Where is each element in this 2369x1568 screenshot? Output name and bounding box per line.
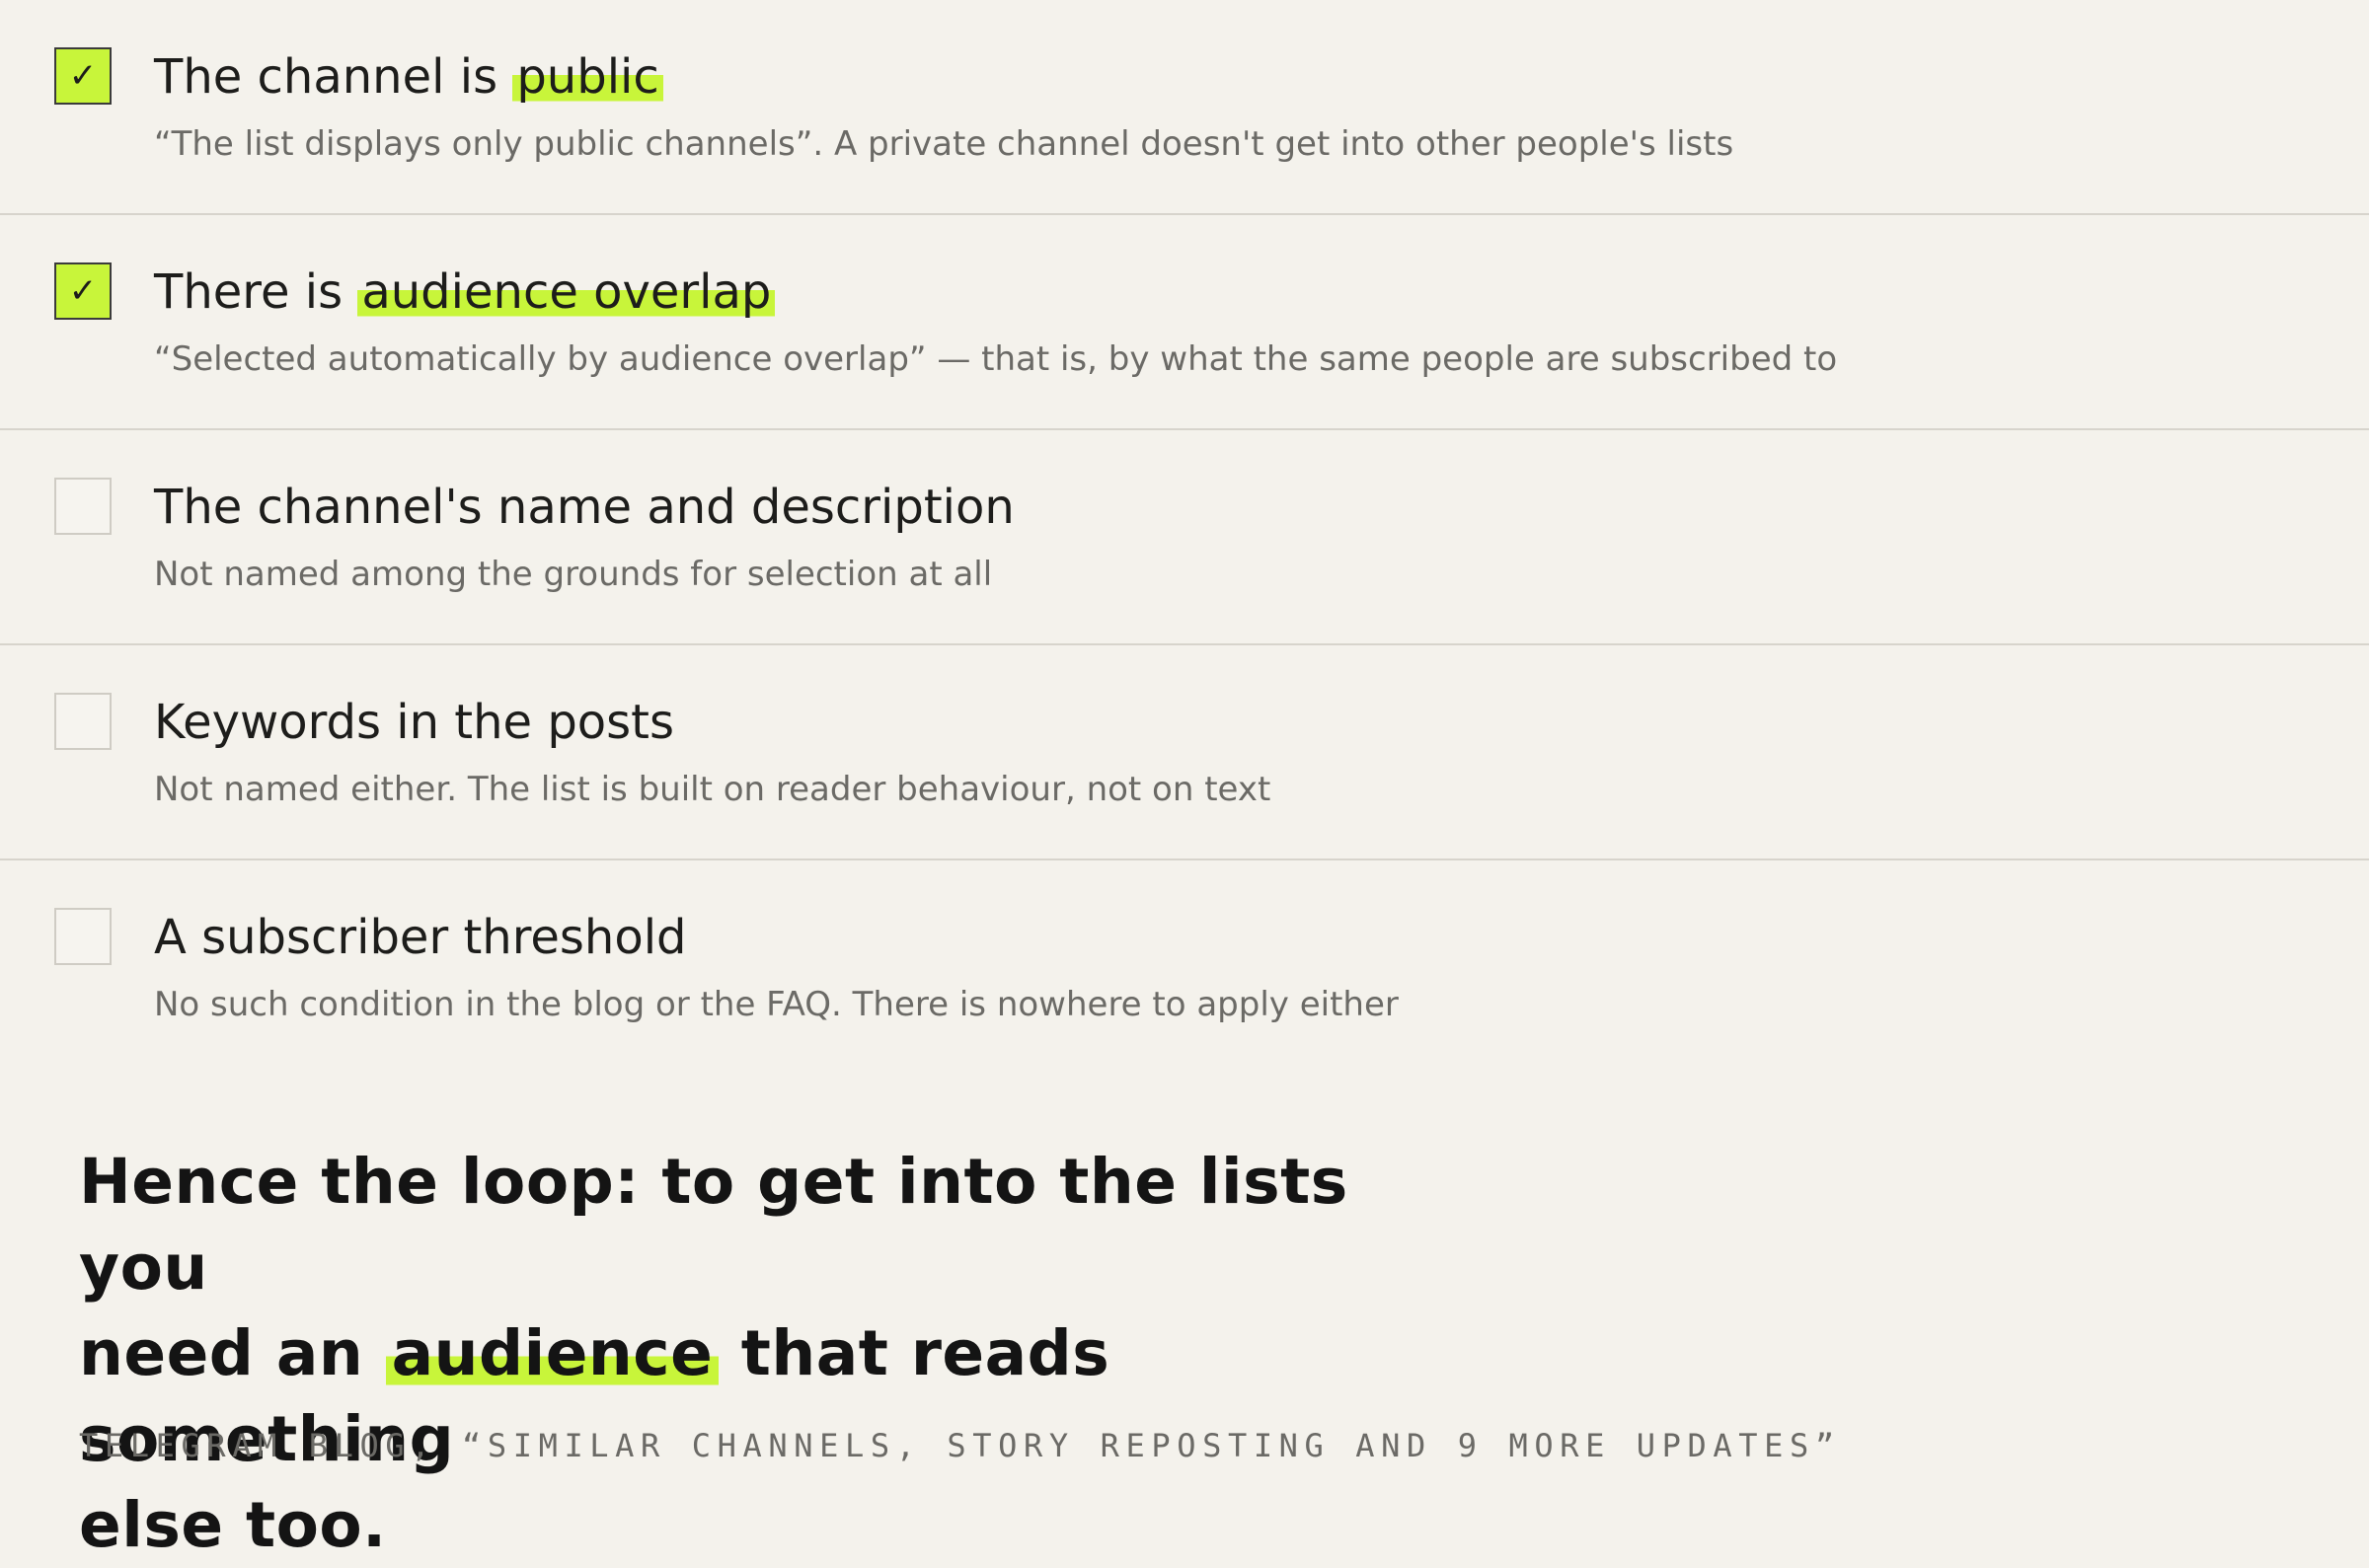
criterion-title: The channel's name and description — [154, 476, 1015, 539]
criterion-title-highlight: audience overlap — [357, 264, 776, 320]
criterion-row-subscriber-threshold: A subscriber threshold No such condition… — [0, 860, 2369, 1076]
criterion-title-text: Keywords in the posts — [154, 695, 674, 750]
criterion-checkbox-subscriber-threshold[interactable] — [54, 908, 112, 965]
quote-highlight: audience — [385, 1317, 720, 1389]
criterion-title-text: A subscriber threshold — [154, 910, 687, 965]
criterion-description: “Selected automatically by audience over… — [154, 339, 1838, 379]
criterion-title-highlight: public — [512, 49, 663, 105]
criterion-description: Not named among the grounds for selectio… — [154, 555, 993, 594]
criterion-description: No such condition in the blog or the FAQ… — [154, 985, 1399, 1024]
criterion-row-name-description: The channel's name and description Not n… — [0, 430, 2369, 645]
criterion-title: Keywords in the posts — [154, 691, 674, 754]
criteria-checklist: ✓ The channel is public “The list displa… — [0, 0, 2369, 1076]
criterion-title-text: There is — [154, 264, 358, 320]
criterion-checkbox-keywords[interactable] — [54, 693, 112, 750]
criterion-checkbox-public[interactable]: ✓ — [54, 47, 112, 105]
criterion-checkbox-audience-overlap[interactable]: ✓ — [54, 262, 112, 320]
criterion-row-audience-overlap: ✓ There is audience overlap “Selected au… — [0, 215, 2369, 430]
criterion-title: There is audience overlap — [154, 261, 776, 324]
criterion-row-public: ✓ The channel is public “The list displa… — [0, 0, 2369, 215]
criterion-row-keywords: Keywords in the posts Not named either. … — [0, 645, 2369, 860]
quote-text: need an — [79, 1317, 386, 1389]
criterion-title: A subscriber threshold — [154, 906, 687, 969]
criterion-checkbox-name-description[interactable] — [54, 478, 112, 535]
quote-source: TELEGRAM BLOG, “SIMILAR CHANNELS, STORY … — [79, 1427, 1841, 1464]
quote-line: else too. — [79, 1489, 387, 1561]
checkmark-icon: ✓ — [68, 271, 98, 311]
criterion-description: Not named either. The list is built on r… — [154, 770, 1271, 809]
quote-line: Hence the loop: to get into the lists yo… — [79, 1146, 1348, 1304]
pull-quote: Hence the loop: to get into the lists yo… — [79, 1139, 1461, 1568]
criterion-title: The channel is public — [154, 45, 663, 109]
criterion-title-text: The channel is — [154, 49, 513, 105]
criterion-description: “The list displays only public channels”… — [154, 124, 1734, 164]
checkmark-icon: ✓ — [68, 56, 98, 96]
criterion-title-text: The channel's name and description — [154, 480, 1015, 535]
